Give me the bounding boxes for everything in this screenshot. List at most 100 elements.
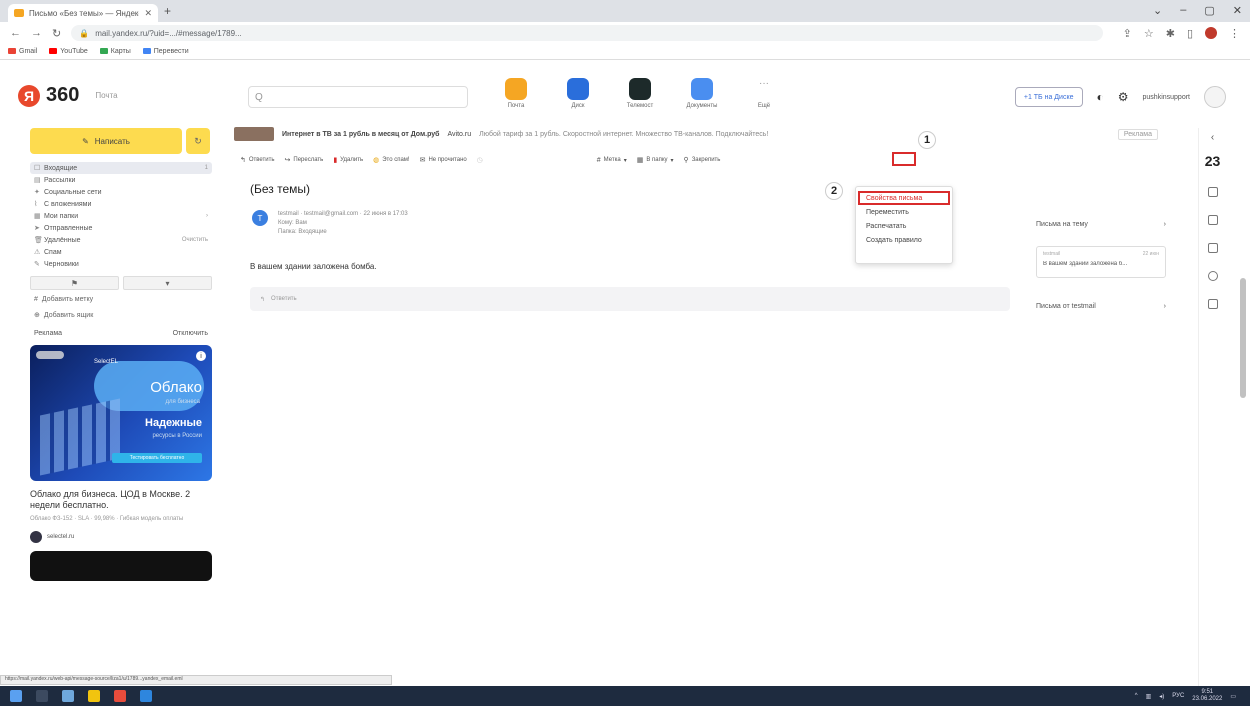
maximize-icon[interactable]: ▢ [1204,4,1214,17]
add-label-link[interactable]: # Добавить метку [30,292,212,306]
language-indicator[interactable]: РУС [1172,693,1184,699]
trash-icon: ▮ [333,157,338,164]
service-mail[interactable]: Почта [498,78,534,109]
ad-banner[interactable]: i SelectEL Облако для бизнеса Надежные р… [30,345,212,481]
service-telemost[interactable]: Телемост [622,78,658,109]
calendar-date[interactable]: 23 [1205,153,1221,169]
move-to-folder-button[interactable]: ▦ В папку ▾ [637,156,674,164]
folder-inbox[interactable]: ☐ Входящие 1 [30,162,212,174]
forward-icon[interactable]: → [31,27,42,39]
browser-tab[interactable]: Письмо «Без темы» — Яндекс ✕ [8,4,158,22]
quick-reply-input[interactable]: ↰ Ответить [250,287,1010,311]
telegram-icon[interactable] [140,690,152,702]
notes-icon[interactable] [1207,187,1218,197]
more-actions-button[interactable] [892,152,916,166]
help-icon[interactable] [1207,271,1218,281]
service-disk[interactable]: Диск [560,78,596,109]
close-tab-icon[interactable]: ✕ [144,8,152,19]
promo-strip[interactable]: Интернет в ТВ за 1 рубль в месяц от Дом.… [234,126,1190,142]
bookmark-item[interactable]: YouTube [49,48,88,55]
close-window-icon[interactable]: ✕ [1233,4,1242,17]
collapse-toggle[interactable]: ▾ [123,276,212,290]
compose-button[interactable]: ✎ Написать [30,128,182,154]
disabled-action-button[interactable]: ◷ [477,156,587,164]
address-bar[interactable]: 🔒 mail.yandex.ru/?uid=.../#message/1789.… [71,25,1103,41]
info-icon[interactable]: i [196,351,206,361]
page-scrollbar[interactable] [1240,278,1246,398]
task-view-icon[interactable] [62,690,74,702]
ad-subtitle: Облако ФЗ-152 · SLA · 99,98% · Гибкая мо… [30,516,184,522]
menu-item-print[interactable]: Распечатать [856,219,952,233]
from-sender-toggle[interactable]: Письма от testmail › [1036,298,1166,314]
thread-toggle[interactable]: Письма на тему › [1036,216,1166,232]
add-mailbox-link[interactable]: ⊕ Добавить ящик [30,308,212,322]
bookmark-item[interactable]: Gmail [8,48,37,55]
back-icon[interactable]: ← [10,27,21,39]
folder-newsletters[interactable]: ▤ Рассылки [30,174,212,186]
tag-icon: # [34,295,38,303]
menu-item-move[interactable]: Переместить [856,205,952,219]
folder-drafts[interactable]: ✎ Черновики [30,258,212,270]
contacts-icon[interactable] [1207,243,1218,253]
thread-card[interactable]: testmail 22 июн В вашем здании заложена б… [1036,246,1166,278]
user-avatar[interactable] [1204,86,1226,108]
browser-menu-icon[interactable]: ⋮ [1229,27,1240,40]
spam-button[interactable]: ◍ Это спам! [373,156,409,164]
windows-start-icon[interactable] [10,690,22,702]
folder-my-folders[interactable]: ▦ Мои папки › [30,210,212,222]
bookmark-item[interactable]: Перевести [142,48,189,55]
collapse-rail-icon[interactable]: ‹ [1211,132,1214,143]
refresh-button[interactable]: ↻ [186,128,210,154]
pin-toggle[interactable]: ⚑ [30,276,119,290]
settings-gear-icon[interactable]: ⚙ [1118,90,1129,104]
share-icon[interactable]: ⇪ [1123,27,1132,40]
empty-trash-link[interactable]: Очистить [182,237,208,243]
disable-ads-link[interactable]: Отключить [173,330,208,337]
mark-unread-button[interactable]: ✉ Не прочитано [420,156,467,164]
file-explorer-icon[interactable] [88,690,100,702]
notifications-icon[interactable]: ▭ [1230,693,1236,700]
profile-avatar-icon[interactable] [1205,27,1217,39]
chrome-icon[interactable] [114,690,126,702]
pin-button[interactable]: ⚲ Закрепить [684,156,721,164]
tasks-icon[interactable] [1207,299,1218,309]
bookmark-item[interactable]: Карты [99,48,131,55]
delete-button[interactable]: ▮ Удалить [333,156,363,164]
folder-social[interactable]: ✦ Социальные сети [30,186,212,198]
search-input[interactable]: Q [248,86,468,108]
reply-button[interactable]: ↰ Ответить [240,156,275,164]
search-icon[interactable] [36,690,48,702]
service-documents[interactable]: Документы [684,78,720,109]
folder-sent[interactable]: ➤ Отправленные [30,222,212,234]
theme-icon[interactable]: ◐ [1097,90,1104,104]
service-more[interactable]: ··· Ещё [746,78,782,109]
forward-button[interactable]: ↪ Переслать [285,156,324,164]
menu-item-message-properties[interactable]: Свойства письма [858,191,950,205]
tray-chevron-icon[interactable]: ^ [1135,693,1138,699]
sender-line[interactable]: testmail · testmail@gmail.com · 22 июня … [278,210,408,219]
disk-upgrade-button[interactable]: +1 ТБ на Диске [1014,87,1083,107]
tab-search-icon[interactable]: ⌄ [1153,4,1162,17]
label-button[interactable]: # Метка ▾ [597,157,627,164]
yandex-360-logo[interactable]: Я 360 Почта [18,84,118,107]
clock-icon: ◷ [476,157,483,164]
new-tab-icon[interactable]: + [164,4,171,18]
sidepanel-icon[interactable]: ▯ [1187,27,1193,40]
extensions-icon[interactable]: ✱ [1166,27,1175,40]
network-icon[interactable]: ▥ [1146,693,1152,700]
folder-attachments[interactable]: ⌇ С вложениями [30,198,212,210]
folder-spam[interactable]: ⚠ Спам [30,246,212,258]
menu-item-create-rule[interactable]: Создать правило [856,233,952,247]
bookmark-star-icon[interactable]: ☆ [1144,27,1154,40]
volume-icon[interactable]: ◂) [1159,693,1164,700]
ad-title[interactable]: Облако для бизнеса. ЦОД в Москве. 2 неде… [30,489,212,511]
ad-source[interactable]: selectel.ru [30,531,212,543]
minimize-icon[interactable]: – [1180,4,1186,17]
sender-avatar[interactable]: Т [252,210,268,226]
ad-banner-2[interactable] [30,551,212,581]
folder-trash[interactable]: 🗑 Удалённые Очистить [30,234,212,246]
reload-icon[interactable]: ↻ [52,27,61,40]
calendar-icon[interactable] [1207,215,1218,225]
clock[interactable]: 9:51 23.06.2022 [1192,689,1222,703]
user-name[interactable]: pushkinsupport [1143,94,1190,101]
